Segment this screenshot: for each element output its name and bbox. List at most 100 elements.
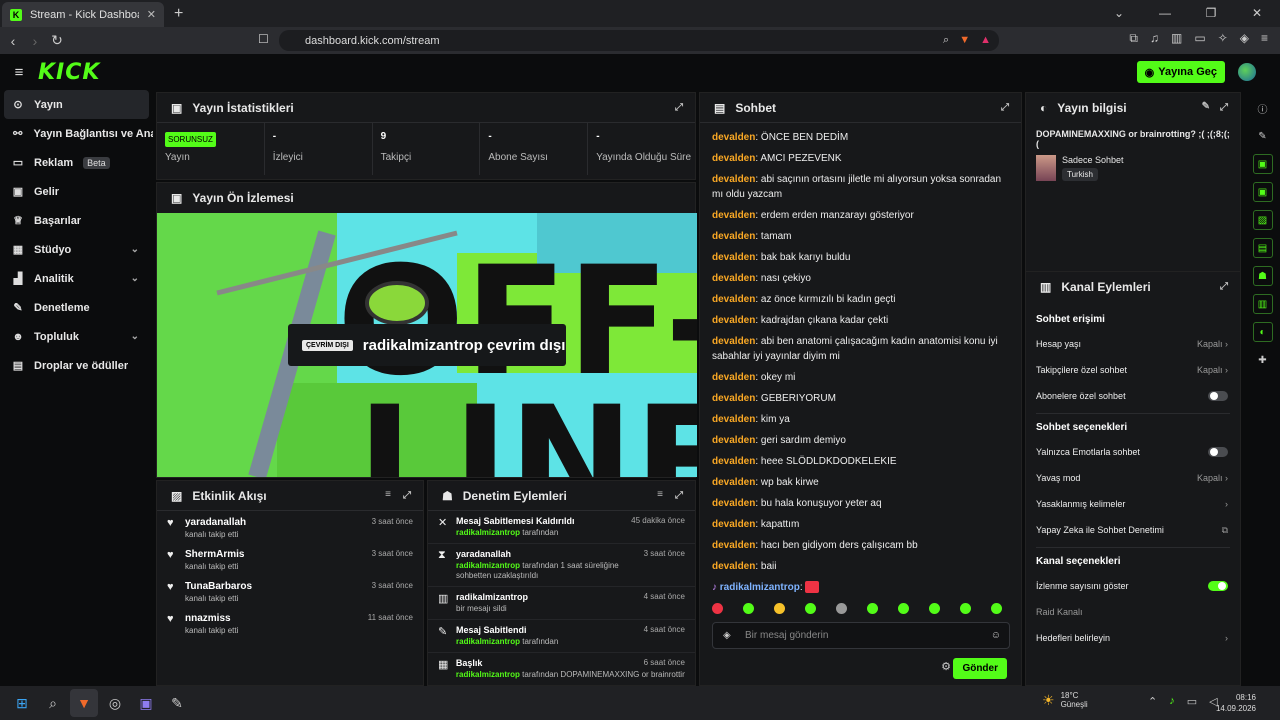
emote-icon[interactable] [898,603,909,614]
chat-username[interactable]: devalden [712,252,755,263]
url-field[interactable]: dashboard.kick.com/stream ⌕ ▼ ▲ [279,30,999,51]
chat-widget-icon[interactable]: ▤ [1252,238,1273,258]
slow-mode-row[interactable]: Yavaş mod Kapalı › [1026,465,1240,491]
chevron-up-icon[interactable]: ⌃ [1148,695,1157,708]
chat-username[interactable]: devalden [712,315,755,326]
follower-name[interactable]: TunaBarbaros [185,581,252,592]
expand-icon[interactable]: ⤢ [1220,281,1228,292]
minimize-button[interactable]: — [1142,0,1188,27]
expand-icon[interactable]: ⤢ [1220,102,1228,113]
vpn-icon[interactable]: ◈ [1240,31,1249,46]
edit-icon[interactable]: ✎ [1202,101,1210,112]
kick-logo[interactable]: KICK [38,60,100,85]
extensions-icon[interactable]: ⧉ [1129,31,1138,46]
chat-username[interactable]: devalden [712,540,755,551]
back-button[interactable]: ‹ [2,33,24,49]
leo-icon[interactable]: ✧ [1218,31,1228,46]
emoji-icon[interactable]: ☺ [991,630,1001,641]
moderator-name[interactable]: radikalmizantrop [456,528,520,537]
expand-icon[interactable]: ⤢ [403,490,411,501]
chat-username[interactable]: devalden [712,372,755,383]
info-icon[interactable]: ⓘ [1253,98,1273,118]
expand-icon[interactable]: ⤢ [675,102,683,113]
chat-username[interactable]: devalden [712,132,755,143]
emote-icon[interactable] [991,603,1002,614]
chat-username[interactable]: radikalmizantrop [720,582,800,593]
sidebar-item-community[interactable]: ☻ Topluluk ⌄ [0,322,153,351]
user-avatar[interactable] [1238,63,1256,81]
chat-username[interactable]: devalden [712,210,755,221]
chat-username[interactable]: devalden [712,435,755,446]
network-icon[interactable]: ▭ [1187,695,1197,708]
stats-widget-icon[interactable]: ▣ [1252,154,1273,174]
maximize-button[interactable]: ❐ [1188,0,1234,27]
sidebar-item-yayin[interactable]: ⊙ Yayın [4,90,149,119]
brave-shield-icon[interactable]: ▼ [959,34,970,47]
pen-app-icon[interactable]: ✎ [163,689,191,717]
banned-words-row[interactable]: Yasaklanmış kelimeler › [1026,491,1240,517]
search-icon[interactable]: ⌕ [39,689,67,717]
new-tab-button[interactable]: + [174,5,183,23]
chat-username[interactable]: devalden [712,477,755,488]
sidebar-item-analytics[interactable]: ▟ Analitik ⌄ [0,264,153,293]
filter-icon[interactable]: ≡ [385,489,391,500]
sidebar-item-revenue[interactable]: ▣ Gelir [0,177,153,206]
app-icon[interactable]: ▣ [132,689,160,717]
chat-username[interactable]: devalden [712,498,755,509]
follower-name[interactable]: nnazmiss [185,613,238,624]
show-viewers-toggle[interactable] [1208,581,1228,591]
menu-icon[interactable]: ≡ [1261,31,1268,46]
activity-widget-icon[interactable]: ▨ [1252,210,1273,230]
emote-icon[interactable] [836,603,847,614]
chat-username[interactable]: devalden [712,336,755,347]
bookmark-icon[interactable]: ☐ [258,32,269,46]
tab-list-icon[interactable]: ⌄ [1096,0,1142,27]
emote-only-toggle[interactable] [1208,447,1228,457]
chat-username[interactable]: devalden [712,174,755,185]
filter-icon[interactable]: ≡ [657,489,663,500]
moderator-name[interactable]: radikalmizantrop [456,670,520,679]
chrome-icon[interactable]: ◎ [101,689,129,717]
browser-tab[interactable]: K Stream - Kick Dashboard ✕ [2,2,164,27]
channel-widget-icon[interactable]: ▥ [1252,294,1273,314]
hamburger-menu-icon[interactable]: ≡ [0,64,38,81]
info-widget-icon[interactable]: ◐ [1252,322,1273,342]
reload-button[interactable]: ↻ [46,32,68,49]
sidebar-item-achievements[interactable]: ♕ Başarılar [0,206,153,235]
sidebar-item-ads[interactable]: ▭ Reklam Beta [0,148,153,177]
emote-icon[interactable] [929,603,940,614]
chat-username[interactable]: devalden [712,414,755,425]
forward-button[interactable]: › [24,33,46,49]
sidebar-item-moderation[interactable]: ✎ Denetleme [0,293,153,322]
add-widget-icon[interactable]: ✚ [1253,350,1273,370]
chat-username[interactable]: devalden [712,561,755,572]
edit-icon[interactable]: ✎ [1253,126,1273,146]
subs-only-toggle[interactable] [1208,391,1228,401]
sidebar-item-stream-key[interactable]: ⚯ Yayın Bağlantısı ve Anahtarı [0,119,153,148]
chat-username[interactable]: devalden [712,153,755,164]
chat-username[interactable]: devalden [712,231,755,242]
account-age-row[interactable]: Hesap yaşı Kapalı › [1026,331,1240,357]
mic-icon[interactable]: ♪ [1169,695,1175,708]
emote-icon[interactable] [774,603,785,614]
music-icon[interactable]: ♫ [1150,31,1159,46]
sidebar-item-studio[interactable]: ▦ Stüdyo ⌄ [0,235,153,264]
sidebar-item-drops[interactable]: ▤ Droplar ve ödüller [0,351,153,380]
send-button[interactable]: Gönder [953,658,1007,679]
zoom-icon[interactable]: ⌕ [943,34,949,47]
emote-icon[interactable] [805,603,816,614]
preview-widget-icon[interactable]: ▣ [1252,182,1273,202]
wallet-icon[interactable]: ▭ [1194,31,1205,46]
close-window-button[interactable]: ✕ [1234,0,1280,27]
expand-icon[interactable]: ⤢ [675,490,683,501]
category-name[interactable]: Sadece Sohbet [1062,155,1124,165]
chat-username[interactable]: devalden [712,456,755,467]
follower-name[interactable]: ShermArmis [185,549,244,560]
goals-row[interactable]: Hedefleri belirleyin › [1026,625,1240,651]
chat-username[interactable]: devalden [712,519,755,530]
emote-icon[interactable] [712,603,723,614]
chat-username[interactable]: devalden [712,393,755,404]
clock[interactable]: 08:16 14.09.2026 [1216,692,1256,714]
ai-moderation-row[interactable]: Yapay Zeka ile Sohbet Denetimi ⧉ [1026,517,1240,543]
followers-only-row[interactable]: Takipçilere özel sohbet Kapalı › [1026,357,1240,383]
